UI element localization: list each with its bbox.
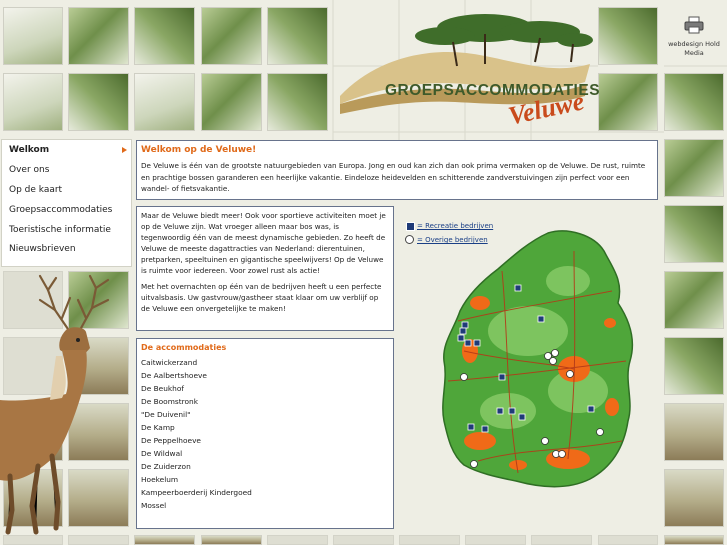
nav-item-toeristische-informatie[interactable]: Toeristische informatie: [9, 225, 111, 235]
welcome-text: De Veluwe is één van de grootste natuurg…: [141, 161, 646, 193]
printer-icon: [684, 16, 704, 34]
nav-item-nieuwsbrieven[interactable]: Nieuwsbrieven: [9, 244, 76, 254]
nav-item-over-ons[interactable]: Over ons: [9, 165, 49, 175]
intro-paragraph-2: Met het overnachten op één van de bedrij…: [141, 282, 382, 313]
accommodation-link[interactable]: De Kamp: [141, 423, 175, 432]
accommodation-link[interactable]: De Peppelhoeve: [141, 436, 201, 445]
accommodation-link[interactable]: De Boomstronk: [141, 397, 198, 406]
nav-item-op-de-kaart[interactable]: Op de kaart: [9, 185, 62, 195]
active-arrow-icon: [122, 147, 127, 153]
accommodations-title: De accommodaties: [141, 343, 227, 352]
deer-illustration: [0, 274, 110, 535]
accommodation-link[interactable]: De Aalbertshoeve: [141, 371, 207, 380]
accommodation-link[interactable]: De Zuiderzon: [141, 462, 191, 471]
page: GROEPSACCOMMODATIES Veluwe webdesign Hol…: [0, 0, 727, 545]
nav-item-groepsaccommodaties[interactable]: Groepsaccommodaties: [9, 205, 112, 215]
accommodation-link[interactable]: Kampeerboerderij Kindergoed: [141, 488, 252, 497]
accommodation-link[interactable]: Mossel: [141, 501, 166, 510]
nav-item-welkom[interactable]: Welkom: [9, 145, 49, 155]
veluwe-map[interactable]: [398, 211, 660, 496]
accommodation-link[interactable]: De Wildwal: [141, 449, 182, 458]
accommodation-link[interactable]: Hoekelum: [141, 475, 178, 484]
accommodation-link[interactable]: "De Duivenil": [141, 410, 191, 419]
welcome-title: Welkom op de Veluwe!: [141, 145, 257, 155]
accommodations-panel: De accommodaties Caitwickerzand De Aalbe…: [136, 338, 394, 529]
print-link[interactable]: webdesign Hold Media: [664, 16, 724, 58]
intro-paragraph-1: Maar de Veluwe biedt meer! Ook voor spor…: [141, 211, 386, 275]
accommodation-link[interactable]: Caitwickerzand: [141, 358, 197, 367]
main-nav: Welkom Over ons Op de kaart Groepsaccomm…: [1, 139, 132, 267]
intro-panel: Maar de Veluwe biedt meer! Ook voor spor…: [136, 206, 394, 331]
accommodation-link[interactable]: De Beukhof: [141, 384, 184, 393]
welcome-panel: Welkom op de Veluwe! De Veluwe is één va…: [136, 140, 658, 200]
webdesign-credit[interactable]: webdesign Hold Media: [664, 40, 724, 58]
